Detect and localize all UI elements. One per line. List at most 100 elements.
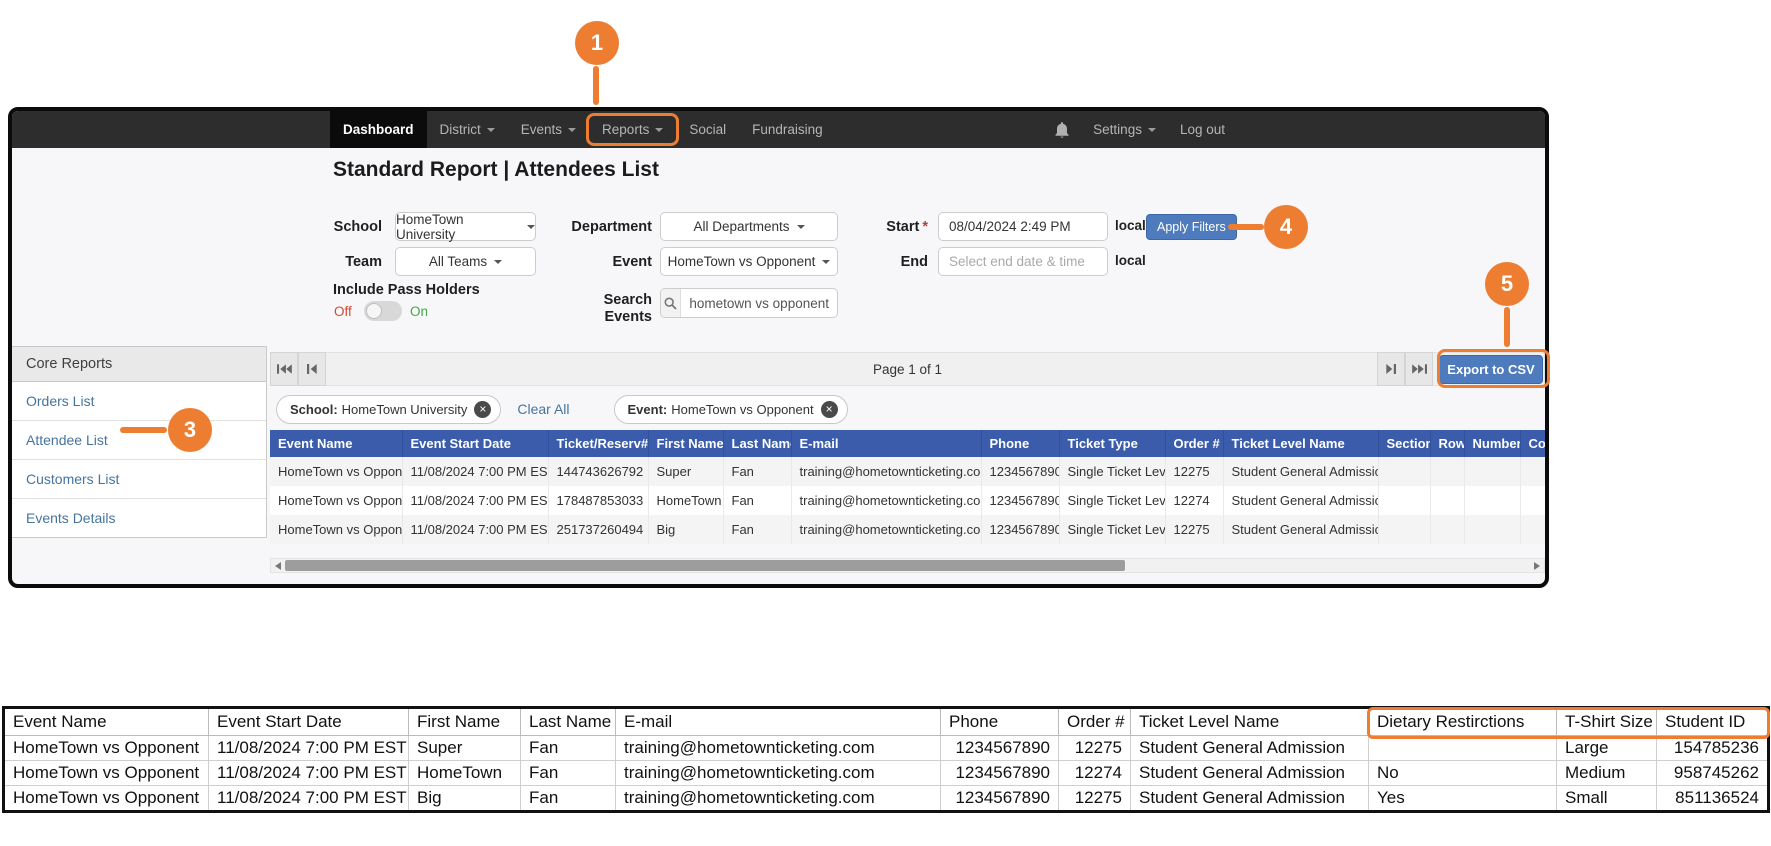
col-event-start-date[interactable]: Event Start Date <box>402 430 548 457</box>
pass-holders-toggle[interactable] <box>364 301 402 321</box>
cell-last: Fan <box>723 486 791 515</box>
col-section[interactable]: Section <box>1378 430 1430 457</box>
col-order[interactable]: Order # <box>1165 430 1223 457</box>
sidebar-item-customers-list[interactable]: Customers List <box>12 460 266 499</box>
toggle-on-label: On <box>410 304 428 319</box>
csv-row: HomeTown vs Opponent 11/08/2024 7:00 PM … <box>4 786 1769 812</box>
csv-cell-order: 12274 <box>1059 761 1131 786</box>
csv-cell-tshirt: Large <box>1557 736 1657 761</box>
remove-chip-icon[interactable]: × <box>821 401 838 418</box>
order-number-link[interactable]: 12274 <box>1165 486 1223 515</box>
col-ticket-reserv[interactable]: Ticket/Reserv# <box>548 430 648 457</box>
csv-cell-event: HomeTown vs Opponent <box>4 736 209 761</box>
search-events-input[interactable]: hometown vs opponent <box>660 288 838 318</box>
cell-section <box>1378 515 1430 544</box>
end-date-input[interactable]: Select end date & time <box>938 247 1108 276</box>
order-number-link[interactable]: 12275 <box>1165 515 1223 544</box>
csv-cell-event: HomeTown vs Opponent <box>4 786 209 812</box>
col-number[interactable]: Number <box>1464 430 1520 457</box>
scroll-left-icon[interactable] <box>275 562 281 570</box>
csv-preview-table: Event Name Event Start Date First Name L… <box>2 706 1770 813</box>
cell-level: Student General Admission <box>1223 486 1378 515</box>
sidebar-item-orders-list[interactable]: Orders List <box>12 382 266 421</box>
department-select[interactable]: All Departments <box>660 212 838 241</box>
page-title: Standard Report | Attendees List <box>333 158 659 182</box>
cell-section <box>1378 486 1430 515</box>
csv-col-ticket-level-name: Ticket Level Name <box>1131 708 1369 736</box>
col-phone[interactable]: Phone <box>981 430 1059 457</box>
nav-reports[interactable]: Reports <box>589 111 676 148</box>
team-select[interactable]: All Teams <box>395 247 536 276</box>
screenshot-root: 1 Dashboard District Events Reports Soci… <box>0 0 1771 846</box>
export-to-csv-button[interactable]: Export to CSV <box>1439 355 1543 384</box>
toggle-off-label: Off <box>334 304 352 319</box>
csv-cell-last: Fan <box>521 736 616 761</box>
bell-icon <box>1055 122 1069 138</box>
csv-cell-first: HomeTown <box>409 761 521 786</box>
cell-event: HomeTown vs Opponent <box>270 457 402 486</box>
order-number-link[interactable]: 12275 <box>1165 457 1223 486</box>
nav-logout[interactable]: Log out <box>1168 122 1237 137</box>
school-select[interactable]: HomeTown University <box>395 212 536 241</box>
team-select-value: All Teams <box>429 254 487 269</box>
col-row[interactable]: Row <box>1430 430 1464 457</box>
col-code[interactable]: Code <box>1520 430 1549 457</box>
nav-events[interactable]: Events <box>508 111 589 148</box>
col-first-name[interactable]: First Name <box>648 430 723 457</box>
callout-3-line <box>120 427 167 433</box>
chip-value: HomeTown University <box>342 402 468 417</box>
col-ticket-type[interactable]: Ticket Type <box>1059 430 1165 457</box>
cell-start: 11/08/2024 7:00 PM EST <box>402 457 548 486</box>
nav-settings-label: Settings <box>1093 122 1142 137</box>
cell-code <box>1520 457 1549 486</box>
cell-phone: 1234567890 <box>981 486 1059 515</box>
table-header-row: Event Name Event Start Date Ticket/Reser… <box>270 430 1549 457</box>
cell-start: 11/08/2024 7:00 PM EST <box>402 486 548 515</box>
remove-chip-icon[interactable]: × <box>474 401 491 418</box>
col-email[interactable]: E-mail <box>791 430 981 457</box>
callout-5-badge: 5 <box>1485 262 1529 306</box>
csv-cell-tshirt: Small <box>1557 786 1657 812</box>
scrollbar-thumb[interactable] <box>285 560 1125 571</box>
csv-col-phone: Phone <box>941 708 1059 736</box>
start-date-input[interactable]: 08/04/2024 2:49 PM <box>938 212 1108 241</box>
cell-code <box>1520 486 1549 515</box>
toggle-knob <box>366 303 382 319</box>
cell-event: HomeTown vs Opponent <box>270 486 402 515</box>
notifications-button[interactable] <box>1043 122 1081 138</box>
clear-all-link[interactable]: Clear All <box>517 401 569 417</box>
chevron-down-icon <box>822 260 830 264</box>
csv-cell-start: 11/08/2024 7:00 PM EST <box>209 761 409 786</box>
event-label: Event <box>542 254 652 270</box>
chevron-down-icon <box>568 128 576 132</box>
chip-value: HomeTown vs Opponent <box>671 402 813 417</box>
csv-cell-first: Super <box>409 736 521 761</box>
csv-cell-level: Student General Admission <box>1131 736 1369 761</box>
col-event-name[interactable]: Event Name <box>270 430 402 457</box>
csv-col-tshirt-size: T-Shirt Size <box>1557 708 1657 736</box>
nav-fundraising[interactable]: Fundraising <box>739 111 836 148</box>
cell-row <box>1430 515 1464 544</box>
next-page-button[interactable] <box>1377 352 1405 386</box>
apply-filters-button[interactable]: Apply Filters <box>1146 214 1237 240</box>
chevron-down-icon <box>655 128 663 132</box>
callout-1-line <box>593 66 599 105</box>
cell-email: training@hometownticketing.com <box>791 457 981 486</box>
nav-settings[interactable]: Settings <box>1081 122 1168 137</box>
nav-social[interactable]: Social <box>676 111 739 148</box>
nav-dashboard[interactable]: Dashboard <box>330 111 427 148</box>
nav-district[interactable]: District <box>427 111 508 148</box>
attendees-table: Event Name Event Start Date Ticket/Reser… <box>270 430 1549 544</box>
csv-col-order: Order # <box>1059 708 1131 736</box>
col-ticket-level-name[interactable]: Ticket Level Name <box>1223 430 1378 457</box>
sidebar-item-events-details[interactable]: Events Details <box>12 499 266 537</box>
last-page-button[interactable] <box>1405 352 1433 386</box>
col-last-name[interactable]: Last Name <box>723 430 791 457</box>
csv-cell-level: Student General Admission <box>1131 786 1369 812</box>
nav-dashboard-label: Dashboard <box>343 122 414 137</box>
last-page-icon <box>1412 363 1427 375</box>
horizontal-scrollbar[interactable] <box>270 558 1545 573</box>
scroll-right-icon[interactable] <box>1534 562 1540 570</box>
event-select[interactable]: HomeTown vs Opponent <box>660 247 838 276</box>
cell-ticket: 178487853033 <box>548 486 648 515</box>
